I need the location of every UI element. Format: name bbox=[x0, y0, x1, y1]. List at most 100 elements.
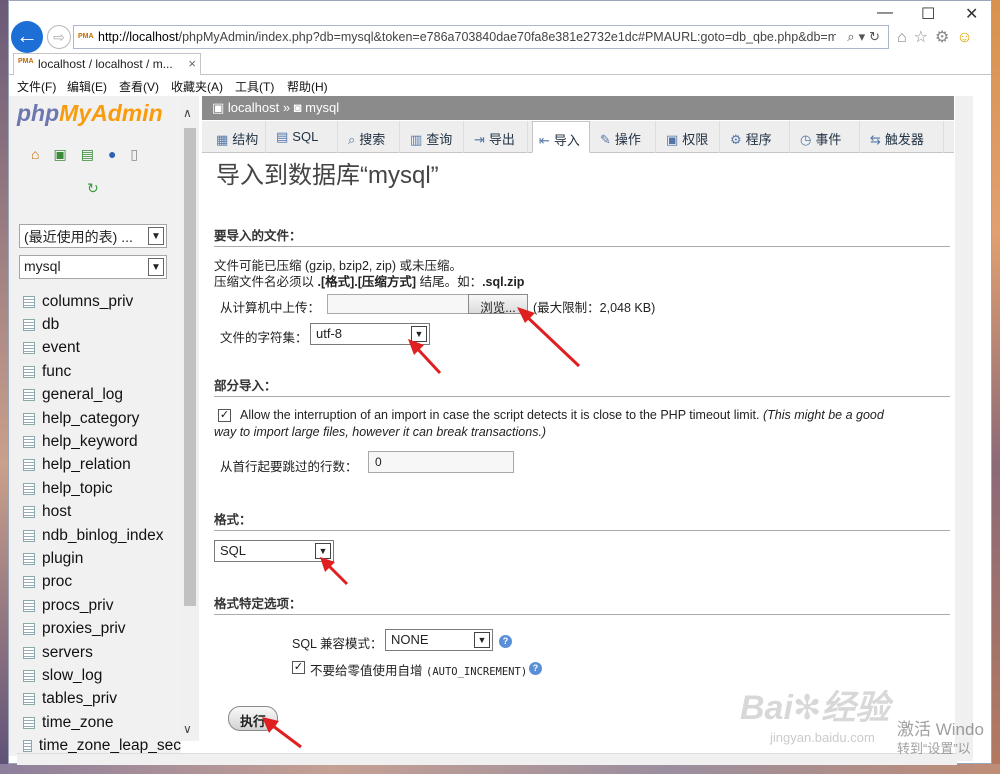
sidebar-table-item[interactable]: func bbox=[23, 360, 181, 383]
sidebar-table-label[interactable]: proxies_priv bbox=[42, 620, 126, 638]
table-icon[interactable] bbox=[23, 342, 35, 355]
sidebar-table-item[interactable]: columns_priv bbox=[23, 290, 181, 313]
sidebar-scrollbar[interactable]: ∧ ∨ bbox=[181, 96, 199, 741]
sql-query-icon[interactable]: ▤ bbox=[81, 146, 108, 162]
recent-tables-select[interactable]: (最近使用的表) ... ▼ bbox=[19, 224, 167, 248]
sidebar-table-label[interactable]: general_log bbox=[42, 386, 123, 404]
breadcrumb-database[interactable]: mysql bbox=[305, 100, 339, 115]
sidebar-table-label[interactable]: servers bbox=[42, 644, 93, 662]
table-icon[interactable] bbox=[23, 599, 35, 612]
menu-file[interactable]: 文件(F) bbox=[17, 78, 56, 95]
tab-close-icon[interactable]: × bbox=[188, 56, 196, 71]
tab-structure[interactable]: ▦ 结构 bbox=[210, 121, 266, 153]
table-icon[interactable] bbox=[23, 389, 35, 402]
table-icon[interactable] bbox=[23, 716, 35, 729]
sql-compat-help-icon[interactable]: ? bbox=[499, 635, 512, 648]
breadcrumb-server[interactable]: localhost bbox=[228, 100, 279, 115]
tab-search[interactable]: ⌕ 搜索 bbox=[342, 121, 400, 153]
url-text[interactable]: http://localhost/phpMyAdmin/index.php?db… bbox=[98, 30, 836, 46]
file-path-field[interactable] bbox=[327, 294, 469, 314]
feedback-smiley-icon[interactable]: ☺ bbox=[956, 29, 979, 46]
table-icon[interactable] bbox=[23, 669, 35, 682]
logout-icon[interactable]: ▣ bbox=[53, 146, 80, 162]
menu-help[interactable]: 帮助(H) bbox=[287, 78, 328, 95]
sidebar-table-item[interactable]: servers bbox=[23, 641, 181, 664]
tab-privileges[interactable]: ▣ 权限 bbox=[660, 121, 720, 153]
back-button[interactable]: ← bbox=[11, 21, 43, 53]
sidebar-table-item[interactable]: help_category bbox=[23, 407, 181, 430]
sidebar-table-label[interactable]: procs_priv bbox=[42, 597, 114, 615]
sidebar-table-label[interactable]: func bbox=[42, 363, 71, 381]
tab-import[interactable]: ⇤ 导入 bbox=[532, 121, 590, 153]
no-auto-value-help-icon[interactable]: ? bbox=[529, 662, 542, 675]
sidebar-table-item[interactable]: help_topic bbox=[23, 477, 181, 500]
tab-sql[interactable]: ▤ SQL bbox=[270, 121, 338, 153]
sidebar-table-label[interactable]: tables_priv bbox=[42, 690, 117, 708]
sidebar-table-item[interactable]: general_log bbox=[23, 384, 181, 407]
table-icon[interactable] bbox=[23, 436, 35, 449]
sidebar-table-label[interactable]: help_category bbox=[42, 410, 139, 428]
table-icon[interactable] bbox=[23, 506, 35, 519]
sidebar-table-item[interactable]: db bbox=[23, 313, 181, 336]
sidebar-table-label[interactable]: time_zone bbox=[42, 714, 114, 732]
home-icon[interactable]: ⌂ bbox=[31, 146, 53, 162]
database-select[interactable]: mysql ▼ bbox=[19, 255, 167, 279]
scroll-up-icon[interactable]: ∧ bbox=[183, 106, 192, 120]
sidebar-table-item[interactable]: event bbox=[23, 337, 181, 360]
table-icon[interactable] bbox=[23, 482, 35, 495]
sidebar-table-item[interactable]: procs_priv bbox=[23, 594, 181, 617]
table-icon[interactable] bbox=[23, 365, 35, 378]
no-auto-value-checkbox[interactable]: ✓ bbox=[292, 661, 305, 674]
table-icon[interactable] bbox=[23, 529, 35, 542]
sidebar-table-item[interactable]: proc bbox=[23, 571, 181, 594]
tab-operations[interactable]: ✎ 操作 bbox=[594, 121, 656, 153]
sidebar-table-item[interactable]: proxies_priv bbox=[23, 617, 181, 640]
browser-toolbar-icons[interactable]: ⌂☆⚙☺ bbox=[897, 27, 980, 47]
table-icon[interactable] bbox=[23, 319, 35, 332]
table-icon[interactable] bbox=[23, 459, 35, 472]
sidebar-table-item[interactable]: time_zone bbox=[23, 711, 181, 734]
tab-export[interactable]: ⇥ 导出 bbox=[468, 121, 528, 153]
sidebar-table-item[interactable]: host bbox=[23, 501, 181, 524]
sidebar-table-item[interactable]: tables_priv bbox=[23, 688, 181, 711]
address-bar[interactable]: PMA http://localhost/phpMyAdmin/index.ph… bbox=[73, 25, 889, 49]
sidebar-table-label[interactable]: help_topic bbox=[42, 480, 113, 498]
table-icon[interactable] bbox=[23, 693, 35, 706]
forward-button[interactable]: ⇨ bbox=[47, 25, 71, 49]
sidebar-table-item[interactable]: ndb_binlog_index bbox=[23, 524, 181, 547]
sidebar-table-label[interactable]: proc bbox=[42, 573, 72, 591]
menu-tools[interactable]: 工具(T) bbox=[235, 78, 274, 95]
table-icon[interactable] bbox=[23, 646, 35, 659]
table-icon[interactable] bbox=[23, 740, 32, 753]
sidebar-table-item[interactable]: help_keyword bbox=[23, 430, 181, 453]
search-refresh-icons[interactable]: ⌕▾↻ bbox=[847, 29, 884, 45]
sidebar-table-item[interactable]: help_relation bbox=[23, 454, 181, 477]
sidebar-table-label[interactable]: columns_priv bbox=[42, 293, 133, 311]
phpmyadmin-logo[interactable]: phpMyAdmin bbox=[17, 100, 163, 127]
format-select[interactable]: SQL ▼ bbox=[214, 540, 334, 562]
scroll-down-icon[interactable]: ∨ bbox=[183, 722, 192, 736]
menu-view[interactable]: 查看(V) bbox=[119, 78, 159, 95]
skip-rows-input[interactable]: 0 bbox=[368, 451, 514, 473]
main-scrollbar[interactable] bbox=[955, 96, 973, 761]
sidebar-table-label[interactable]: help_keyword bbox=[42, 433, 138, 451]
table-icon[interactable] bbox=[23, 576, 35, 589]
sidebar-table-label[interactable]: help_relation bbox=[42, 456, 131, 474]
tab-triggers[interactable]: ⇆ 触发器 bbox=[864, 121, 944, 153]
sidebar-table-item[interactable]: plugin bbox=[23, 547, 181, 570]
browser-tab[interactable]: PMA localhost / localhost / m... × bbox=[13, 53, 201, 75]
scrollbar-thumb[interactable] bbox=[184, 128, 196, 606]
table-icon[interactable] bbox=[23, 623, 35, 636]
docs-icon[interactable]: ▯ bbox=[130, 146, 152, 162]
table-icon[interactable] bbox=[23, 295, 35, 308]
sidebar-table-label[interactable]: host bbox=[42, 503, 71, 521]
tab-routines[interactable]: ⚙ 程序 bbox=[724, 121, 790, 153]
sidebar-table-label[interactable]: slow_log bbox=[42, 667, 102, 685]
menu-favorites[interactable]: 收藏夹(A) bbox=[171, 78, 223, 95]
reload-navigation-icon[interactable]: ↻ bbox=[87, 180, 99, 197]
menu-edit[interactable]: 编辑(E) bbox=[67, 78, 107, 95]
home-star-gear-icons[interactable]: ⌂☆⚙ bbox=[897, 29, 956, 46]
sidebar-table-label[interactable]: db bbox=[42, 316, 59, 334]
table-icon[interactable] bbox=[23, 412, 35, 425]
tab-events[interactable]: ◷ 事件 bbox=[794, 121, 860, 153]
